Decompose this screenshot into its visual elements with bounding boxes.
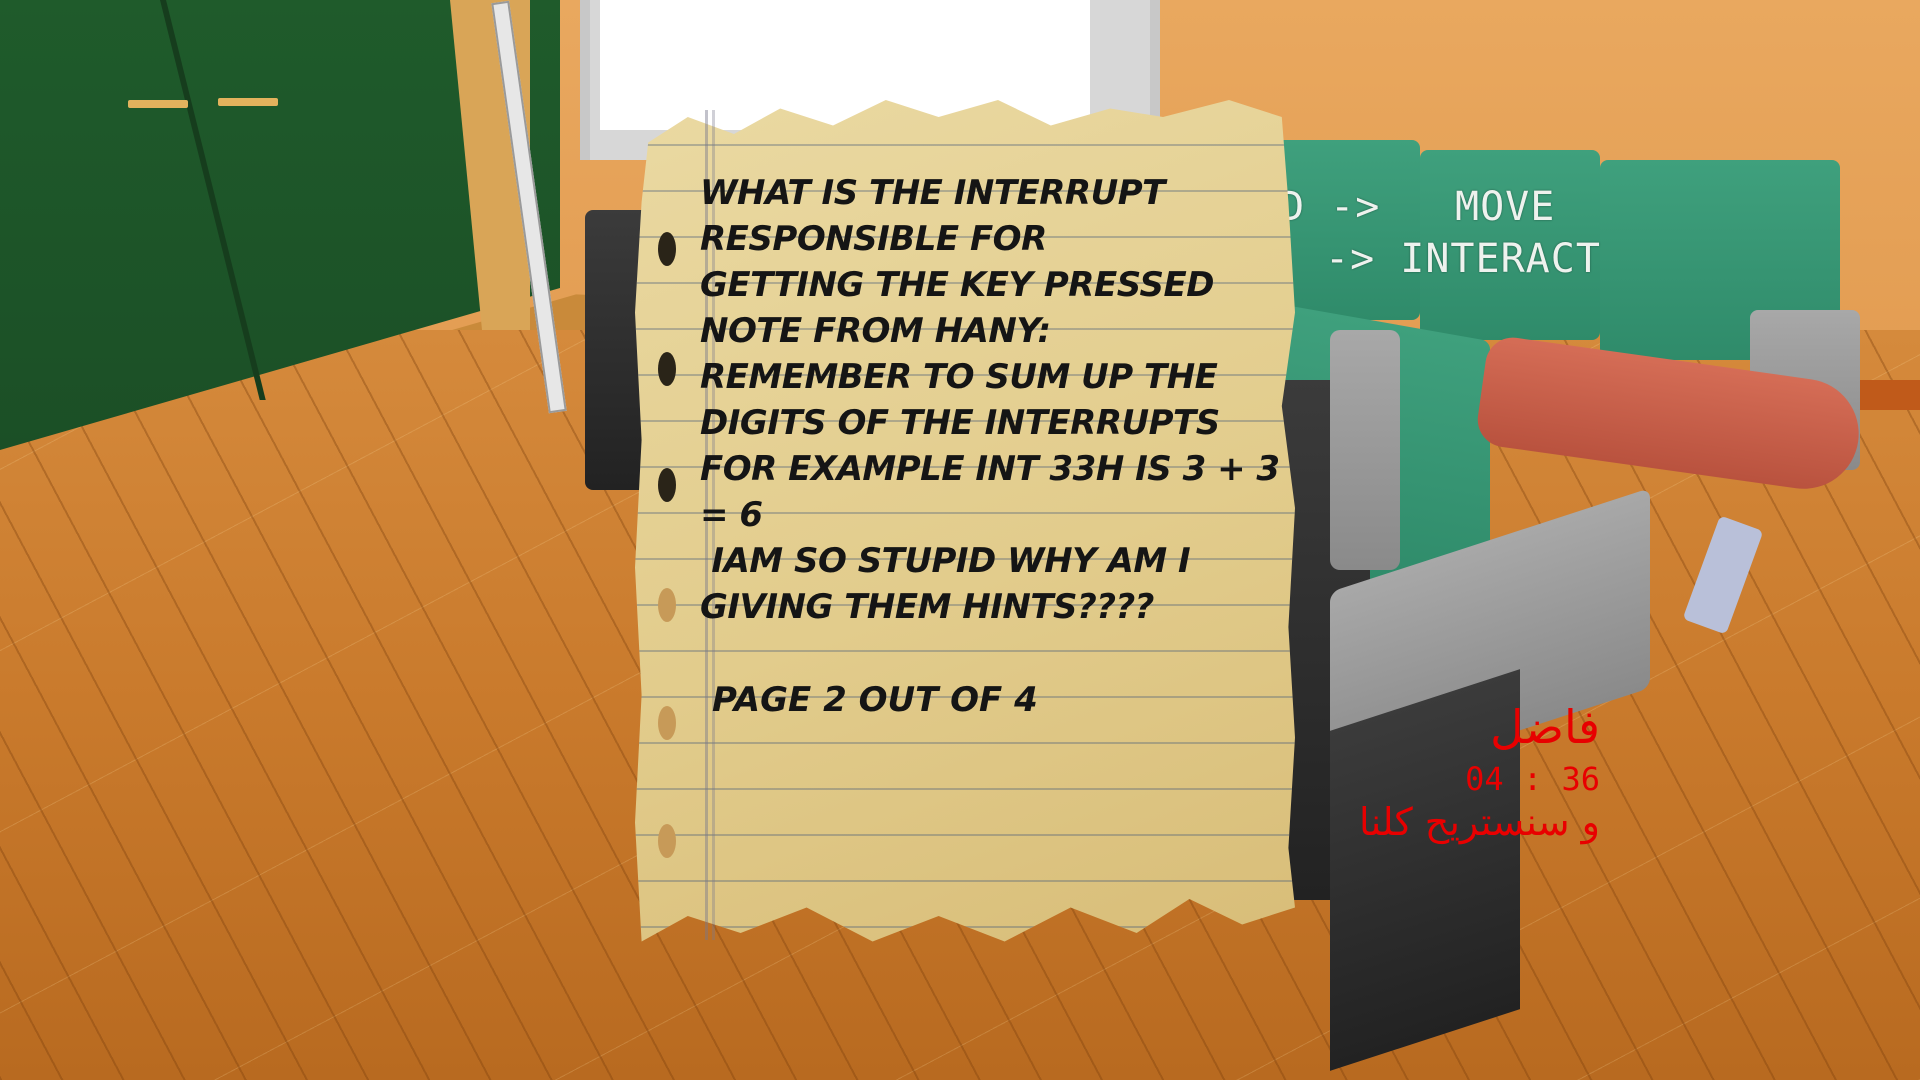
note-line: for example int 33h is 3 + 3 (700, 449, 1280, 489)
note-line: What is the interrupt (700, 173, 1165, 213)
binder-hole (658, 468, 676, 502)
game-scene: D -> MOVE -> INTERACT What is the interr… (0, 0, 1920, 1080)
hud-move-key: D -> (1280, 184, 1381, 230)
note-line: giving them hints???? (700, 587, 1154, 627)
binder-hole (658, 352, 676, 386)
hud-move-label: MOVE (1455, 184, 1556, 230)
binder-hole (658, 706, 676, 740)
status-message: و سنستريح كلنا (1359, 800, 1600, 844)
binder-hole (658, 824, 676, 858)
binder-hole (658, 588, 676, 622)
note-line: responsible for (700, 219, 1047, 259)
hud-interact-label: -> INTERACT (1325, 236, 1601, 282)
note-line: iam so stupid why am i (700, 541, 1191, 581)
note-line: Note from Hany: (700, 311, 1051, 351)
note-line: remember to sum up the (700, 357, 1218, 397)
cabinet-handle-left (128, 100, 188, 108)
countdown-timer: 04 : 36 (1465, 760, 1600, 798)
player-name: فاضل (1490, 700, 1600, 754)
note-line: getting the key pressed (700, 265, 1214, 305)
note-text: What is the interrupt responsible for ge… (700, 170, 1280, 630)
note-line: digits of the interrupts (700, 403, 1220, 443)
page-indicator: Page 2 out of 4 (712, 680, 1038, 720)
note-line: = 6 (700, 495, 763, 535)
binder-hole (658, 232, 676, 266)
cabinet-handle-right (218, 98, 278, 106)
chair-armrest (1330, 330, 1400, 570)
